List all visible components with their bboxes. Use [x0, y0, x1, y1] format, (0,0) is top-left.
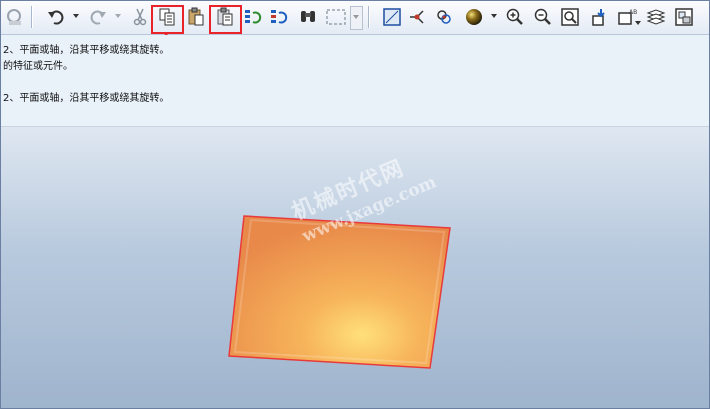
shading-dropdown-icon[interactable]	[491, 14, 497, 18]
separator	[31, 6, 33, 28]
regen-manager-icon[interactable]	[268, 6, 290, 28]
reorient-icon[interactable]	[588, 6, 610, 28]
undo-dropdown-icon[interactable]	[73, 14, 79, 18]
spin-center-icon[interactable]	[433, 6, 455, 28]
saved-views-dropdown-icon[interactable]	[635, 21, 641, 25]
zoom-out-icon[interactable]	[532, 6, 554, 28]
redo-icon[interactable]	[87, 6, 109, 28]
shading-icon[interactable]	[463, 6, 485, 28]
layers-icon[interactable]	[645, 6, 667, 28]
select-dropdown-button[interactable]	[350, 6, 363, 30]
toolbar: 1 2	[1, 1, 709, 52]
view-icon[interactable]	[381, 6, 403, 28]
message-line: 2、平面或轴，沿其平移或绕其旋转。	[3, 93, 170, 104]
chevron-down-icon	[353, 15, 359, 19]
paste-special-highlight-box	[209, 5, 242, 34]
extruded-part-surface[interactable]	[228, 215, 451, 369]
redo-dropdown-icon[interactable]	[115, 14, 121, 18]
graphics-viewport[interactable]: 机械时代网 www.jxage.com	[1, 127, 709, 408]
undo-icon[interactable]	[45, 6, 67, 28]
copy-highlight-box	[151, 5, 184, 34]
message-area: 2、平面或轴，沿其平移或绕其旋转。 的特征或元件。 2、平面或轴，沿其平移或绕其…	[1, 35, 709, 127]
regen-icon[interactable]	[242, 6, 264, 28]
cut-icon[interactable]	[129, 6, 151, 28]
message-line: 2、平面或轴，沿其平移或绕其旋转。	[3, 45, 170, 56]
zoom-in-icon[interactable]	[504, 6, 526, 28]
view-manager-icon[interactable]	[673, 6, 695, 28]
separator	[368, 6, 370, 28]
find-icon[interactable]	[297, 6, 319, 28]
paste-icon[interactable]	[185, 6, 207, 28]
datum-axis-icon[interactable]	[406, 6, 428, 28]
app-window: 1 2	[0, 0, 710, 409]
svg-text:AB: AB	[629, 9, 637, 16]
refit-icon[interactable]	[559, 6, 581, 28]
select-box-icon[interactable]	[323, 6, 349, 28]
message-line: 的特征或元件。	[3, 61, 73, 72]
regenerate-icon[interactable]	[4, 6, 26, 28]
